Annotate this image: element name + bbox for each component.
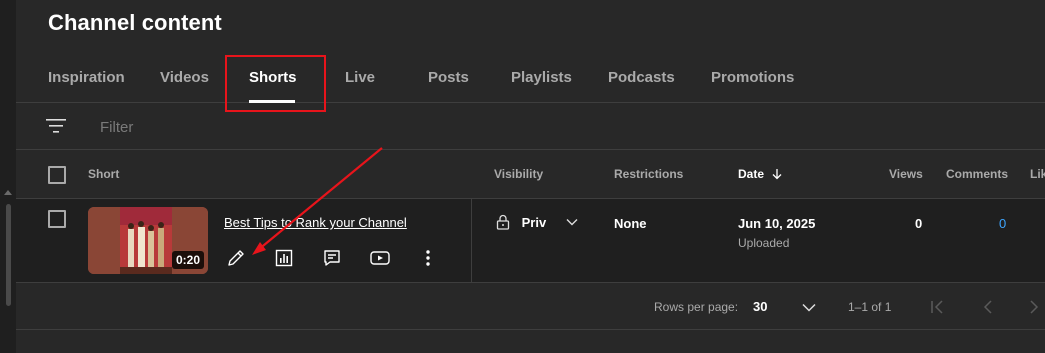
filter-lines-icon[interactable] [46, 118, 66, 134]
pencil-icon [228, 250, 244, 266]
visibility-value: Priv [521, 215, 547, 230]
options-button[interactable] [416, 246, 440, 270]
tab-promotions[interactable]: Promotions [711, 69, 794, 86]
pagination-bar: Rows per page: 30 1–1 of 1 [16, 284, 1045, 330]
column-restrictions: Restrictions [614, 167, 684, 181]
tab-playlists[interactable]: Playlists [511, 69, 572, 86]
restrictions-value: None [614, 216, 647, 231]
rows-per-page-select[interactable]: 30 [753, 299, 767, 314]
column-comments: Comments [946, 167, 1009, 181]
channel-content-page: Channel content Inspiration Videos Short… [16, 0, 1045, 353]
tab-posts[interactable]: Posts [428, 69, 469, 86]
row-checkbox[interactable] [48, 210, 66, 228]
rows-per-page-label: Rows per page: [654, 300, 739, 314]
comments-icon [324, 250, 340, 266]
analytics-icon [275, 249, 293, 267]
tab-inspiration[interactable]: Inspiration [48, 69, 125, 86]
tab-live[interactable]: Live [345, 69, 375, 86]
column-likes: Lik [1030, 167, 1045, 181]
column-divider [471, 199, 472, 283]
pagination-range: 1–1 of 1 [848, 300, 892, 314]
comments-button[interactable] [320, 246, 344, 270]
date-status: Uploaded [738, 236, 790, 250]
tab-podcasts[interactable]: Podcasts [608, 69, 675, 86]
left-scrollbar[interactable] [0, 0, 16, 353]
previous-page-icon[interactable] [980, 299, 996, 315]
filter-input[interactable]: Filter [100, 119, 133, 136]
column-date[interactable]: Date [738, 167, 783, 181]
analytics-button[interactable] [272, 246, 296, 270]
comments-count-link[interactable]: 0 [999, 216, 1006, 231]
scroll-up-arrow-icon[interactable] [4, 190, 12, 195]
more-vert-icon [426, 250, 430, 266]
view-on-youtube-button[interactable] [368, 246, 392, 270]
select-all-checkbox[interactable] [48, 166, 66, 184]
chevron-down-icon [566, 219, 578, 226]
column-views: Views [889, 167, 923, 181]
duration-badge: 0:20 [171, 251, 204, 269]
table-row[interactable]: 0:20 Best Tips to Rank your Channel Priv… [16, 199, 1045, 283]
next-page-icon[interactable] [1026, 299, 1042, 315]
table-header: Short Visibility Restrictions Date Views… [16, 151, 1045, 199]
arrow-down-icon [772, 169, 782, 180]
page-title: Channel content [48, 10, 222, 35]
short-title-link[interactable]: Best Tips to Rank your Channel [224, 215, 407, 230]
date-value: Jun 10, 2025 [738, 216, 816, 231]
scrollbar-thumb[interactable] [6, 204, 11, 306]
chevron-down-icon[interactable] [802, 303, 816, 312]
column-date-label: Date [738, 167, 765, 181]
views-value: 0 [915, 216, 923, 231]
column-short: Short [88, 167, 120, 181]
lock-icon [496, 214, 510, 230]
short-thumbnail[interactable]: 0:20 [88, 207, 208, 274]
visibility-dropdown[interactable]: Priv [496, 214, 578, 230]
column-visibility: Visibility [494, 167, 544, 181]
edit-details-button[interactable] [224, 246, 248, 270]
filter-bar[interactable]: Filter [16, 104, 1045, 150]
content-tabs: Inspiration Videos Shorts Live Posts Pla… [16, 52, 1045, 112]
first-page-icon[interactable] [930, 299, 946, 315]
youtube-icon [370, 251, 390, 265]
tab-videos[interactable]: Videos [160, 69, 209, 86]
